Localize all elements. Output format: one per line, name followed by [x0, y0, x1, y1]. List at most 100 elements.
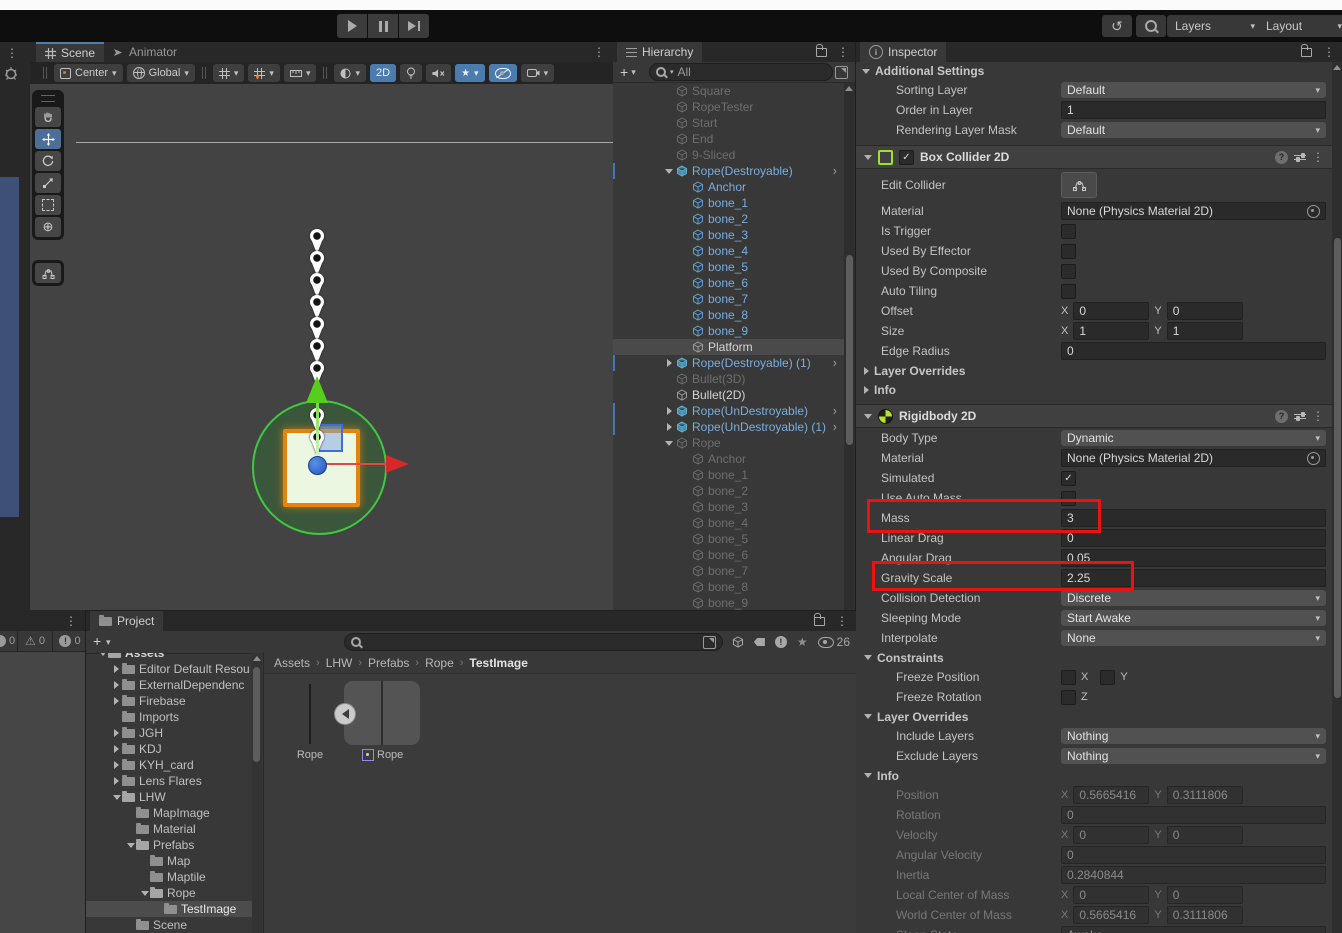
undo-history-button[interactable]: ↺	[1102, 15, 1132, 37]
hierarchy-item-platform[interactable]: Platform	[613, 339, 844, 355]
component-menu-icon[interactable]: ⋮	[1312, 150, 1324, 164]
project-menu-icon[interactable]: ⋮	[836, 614, 848, 628]
collapse-icon[interactable]	[864, 714, 872, 719]
visibility-counter[interactable]: 26	[817, 635, 850, 649]
foldout-info[interactable]: Info	[856, 380, 1332, 399]
project-folder-prefabs[interactable]: Prefabs	[86, 837, 254, 853]
hierarchy-item-ropetester[interactable]: RopeTester	[613, 99, 844, 115]
checkbox[interactable]: ✓	[1061, 470, 1076, 486]
project-folder-jgh[interactable]: JGH	[86, 725, 254, 741]
object-field[interactable]: None (Physics Material 2D)	[1061, 449, 1326, 467]
grid-visibility-dropdown[interactable]: ▾	[212, 64, 245, 82]
help-icon[interactable]: ?	[1275, 150, 1288, 164]
value-field[interactable]: 0	[1073, 302, 1150, 320]
dropdown[interactable]: Start Awake ▾	[1061, 610, 1326, 626]
hierarchy-item-bone-2[interactable]: bone_2	[613, 211, 844, 227]
edit-collider-tool-button[interactable]	[35, 263, 61, 283]
popout-icon[interactable]	[835, 65, 848, 79]
hierarchy-item-rope[interactable]: Rope	[613, 435, 844, 451]
project-folder-lens-flares[interactable]: Lens Flares	[86, 773, 254, 789]
expand-icon[interactable]	[114, 697, 119, 705]
foldout-layer-overrides[interactable]: Layer Overrides	[856, 707, 1332, 726]
checkbox[interactable]	[1061, 243, 1076, 259]
foldout-constraints[interactable]: Constraints	[856, 648, 1332, 667]
breadcrumb-item-rope[interactable]: Rope	[425, 656, 454, 670]
value-field[interactable]: 2.25	[1061, 569, 1326, 587]
console-log-count[interactable]: 0	[0, 631, 18, 651]
value-field[interactable]: 0	[1061, 806, 1326, 824]
audio-toggle[interactable]	[426, 64, 452, 82]
scroll-up-icon[interactable]	[845, 86, 853, 91]
expand-icon[interactable]	[864, 385, 869, 394]
chevron-down-icon[interactable]: ▾	[631, 67, 636, 78]
effects-dropdown[interactable]: ★ ▾	[455, 64, 485, 82]
hierarchy-item-bullet-3d[interactable]: Bullet(3D)	[613, 371, 844, 387]
lock-icon[interactable]	[816, 43, 827, 57]
expand-icon[interactable]	[114, 745, 119, 753]
package-filter-icon[interactable]	[732, 636, 744, 648]
breadcrumb-item-lhw[interactable]: LHW	[326, 656, 353, 670]
expand-icon[interactable]	[114, 729, 119, 737]
expand-icon[interactable]	[114, 681, 119, 689]
draw-mode-dropdown[interactable]: ▾	[334, 64, 367, 82]
value-field[interactable]: 1	[1061, 101, 1326, 119]
object-picker-icon[interactable]	[1307, 451, 1320, 465]
pause-button[interactable]	[368, 14, 398, 38]
expand-icon[interactable]	[114, 777, 119, 785]
collapse-icon[interactable]	[862, 68, 870, 74]
value-field[interactable]: 0.3111806	[1166, 786, 1243, 804]
checkbox[interactable]	[1061, 223, 1076, 239]
breadcrumb-item-prefabs[interactable]: Prefabs	[368, 656, 409, 670]
y-axis-handle[interactable]	[316, 402, 319, 464]
hierarchy-search-input[interactable]: ▾ All	[649, 63, 833, 81]
expand-icon[interactable]	[114, 665, 119, 673]
collapse-icon[interactable]	[98, 653, 107, 656]
play-button[interactable]	[337, 14, 367, 38]
project-folder-map[interactable]: Map	[86, 853, 254, 869]
prefab-open-chevron[interactable]: ›	[833, 356, 837, 369]
project-folder-kyh-card[interactable]: KYH_card	[86, 757, 254, 773]
hierarchy-scrollbar[interactable]	[844, 83, 855, 610]
hierarchy-item-bone-9[interactable]: bone_9	[613, 595, 844, 610]
hierarchy-item-bone-6[interactable]: bone_6	[613, 275, 844, 291]
hierarchy-item-rope-undestroyable[interactable]: Rope(UnDestroyable) ›	[613, 403, 844, 419]
chevron-down-icon[interactable]: ▾	[106, 637, 111, 648]
value-field[interactable]: 0.05	[1061, 549, 1326, 567]
console-menu-icon[interactable]: ⋮	[65, 614, 77, 628]
hierarchy-item-bone-5[interactable]: bone_5	[613, 259, 844, 275]
hierarchy-item-bone-4[interactable]: bone_4	[613, 243, 844, 259]
scene-menu-icon[interactable]: ⋮	[593, 45, 605, 59]
value-field[interactable]: 0	[1061, 342, 1326, 360]
project-folder-externaldependenc[interactable]: ExternalDependenc	[86, 677, 254, 693]
scroll-up-icon[interactable]	[1333, 65, 1341, 70]
dropdown[interactable]: Nothing ▾	[1061, 748, 1326, 764]
hierarchy-item-bone-8[interactable]: bone_8	[613, 307, 844, 323]
hierarchy-item-bone-9[interactable]: bone_9	[613, 323, 844, 339]
dropdown[interactable]: Nothing ▾	[1061, 728, 1326, 744]
pivot-mode-dropdown[interactable]: Center ▾	[54, 64, 123, 82]
collapse-icon[interactable]	[864, 773, 872, 778]
sprite-expand-badge[interactable]	[334, 703, 356, 725]
alert-filter-icon[interactable]: !	[774, 636, 787, 648]
help-icon[interactable]: ?	[1275, 409, 1288, 423]
camera-dropdown[interactable]: ▾	[520, 64, 555, 82]
grid-snap-dropdown[interactable]: ▾	[248, 64, 280, 82]
transform-origin-handle[interactable]	[308, 456, 327, 475]
rope-sprite-thumbnail[interactable]	[334, 681, 420, 745]
hierarchy-item-bone-4[interactable]: bone_4	[613, 515, 844, 531]
prefab-open-chevron[interactable]: ›	[833, 164, 837, 177]
dropdown[interactable]: Default ▾	[1061, 82, 1326, 98]
hierarchy-item-bullet-2d[interactable]: Bullet(2D)	[613, 387, 844, 403]
tab-hierarchy[interactable]: Hierarchy	[617, 42, 703, 62]
checkbox[interactable]	[1061, 263, 1076, 279]
tab-scene[interactable]: Scene	[36, 42, 105, 62]
tab-inspector[interactable]: i Inspector	[860, 42, 947, 62]
value-field[interactable]: 3	[1061, 509, 1326, 527]
foldout-additional-settings[interactable]: Additional Settings	[856, 62, 1332, 80]
dropdown[interactable]: Dynamic ▾	[1061, 430, 1326, 446]
rect-tool-button[interactable]	[35, 195, 61, 215]
collapse-icon[interactable]	[140, 890, 149, 896]
checkbox[interactable]	[1061, 669, 1076, 685]
expand-icon[interactable]	[666, 423, 672, 431]
scene-viewport[interactable]: ⊕	[30, 84, 613, 610]
